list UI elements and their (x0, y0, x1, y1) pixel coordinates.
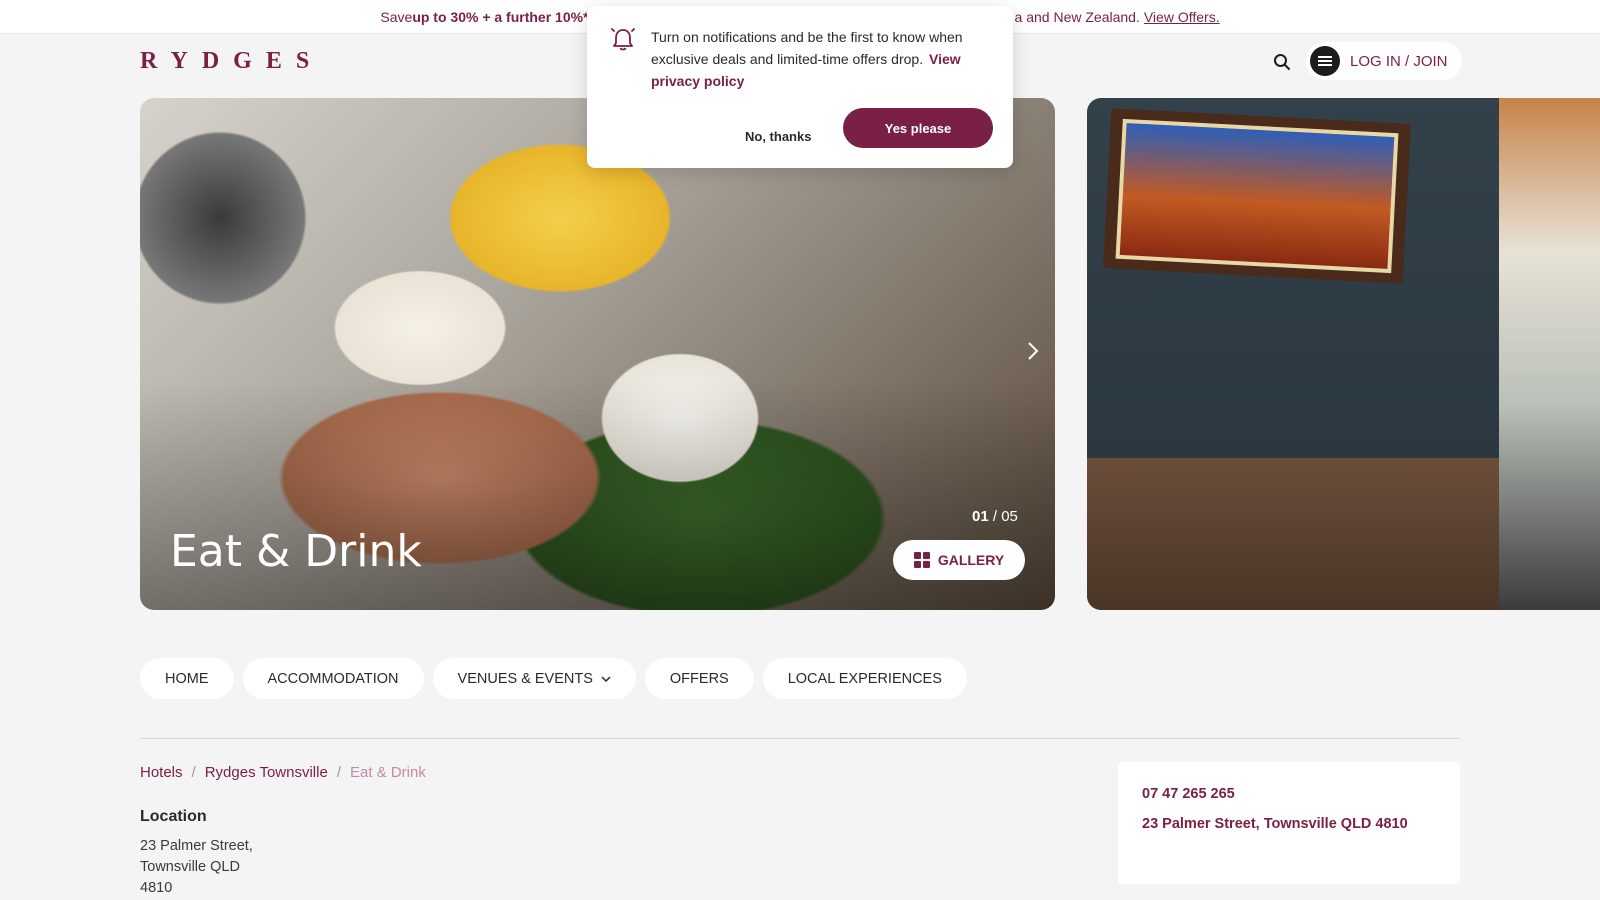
carousel-next-button[interactable] (1020, 338, 1046, 364)
section-divider (140, 738, 1460, 739)
restaurant-photo[interactable] (1087, 98, 1600, 610)
bell-icon (611, 28, 635, 51)
hero-title: Eat & Drink (170, 526, 422, 577)
notification-text: Turn on notifications and be the first t… (651, 29, 963, 67)
nav-item-venues-events[interactable]: VENUES & EVENTS (432, 658, 636, 699)
promo-suffix: a and New Zealand. (1014, 8, 1140, 25)
breadcrumb-separator: / (336, 764, 341, 781)
restaurant-interior (1499, 98, 1600, 610)
nav-item-label: ACCOMMODATION (267, 670, 399, 687)
slide-counter-separator: / (988, 508, 1002, 525)
framed-painting (1103, 108, 1411, 284)
grid-icon (913, 552, 930, 568)
chevron-down-icon (601, 675, 611, 682)
dining-table (1087, 458, 1499, 610)
breadcrumb-separator: / (191, 764, 196, 781)
promo-highlight: up to 30% + a further 10%* (412, 8, 589, 25)
rydges-logo[interactable]: RYDGES (140, 48, 323, 75)
hotel-nav: HOME ACCOMMODATION VENUES & EVENTS OFFER… (140, 658, 967, 699)
nav-item-label: LOCAL EXPERIENCES (787, 670, 942, 687)
nav-item-label: HOME (165, 670, 209, 687)
breadcrumb-rydges-townsville[interactable]: Rydges Townsville (205, 764, 328, 781)
slide-counter-current: 01 (972, 508, 989, 525)
no-thanks-button[interactable]: No, thanks (735, 116, 821, 156)
chevron-right-icon (1028, 342, 1039, 360)
contact-card: 07 47 265 265 23 Palmer Street, Townsvil… (1118, 762, 1460, 884)
breadcrumb: Hotels / Rydges Townsville / Eat & Drink (140, 764, 426, 781)
slide-counter-total: 05 (1001, 508, 1018, 525)
hero-slide[interactable]: Eat & Drink 01 / 05 GALLERY (140, 98, 1055, 610)
nav-item-label: OFFERS (669, 670, 729, 687)
promo-prefix: Save (380, 8, 413, 25)
phone-link[interactable]: 07 47 265 265 (1142, 786, 1235, 802)
nav-item-accommodation[interactable]: ACCOMMODATION (242, 658, 424, 699)
location-address: 23 Palmer Street, Townsville QLD 4810 (140, 836, 253, 899)
breadcrumb-current: Eat & Drink (350, 764, 426, 781)
address-line: 4810 (140, 880, 173, 896)
nav-item-home[interactable]: HOME (140, 658, 234, 699)
view-offers-link[interactable]: View Offers. (1144, 9, 1220, 25)
dining-wall (1087, 98, 1499, 610)
breadcrumb-hotels[interactable]: Hotels (140, 764, 183, 781)
nav-item-label: VENUES & EVENTS (457, 670, 593, 687)
address-link[interactable]: 23 Palmer Street, Townsville QLD 4810 (1142, 816, 1408, 832)
location-heading: Location (140, 808, 207, 825)
login-join-label: LOG IN / JOIN (1350, 52, 1448, 70)
search-icon (1274, 54, 1290, 70)
nav-item-local-experiences[interactable]: LOCAL EXPERIENCES (762, 658, 967, 699)
address-line: Townsville QLD (140, 859, 240, 875)
notification-message: Turn on notifications and be the first t… (651, 26, 991, 92)
search-button[interactable] (1270, 50, 1294, 74)
address-line: 23 Palmer Street, (140, 838, 253, 854)
gallery-button[interactable]: GALLERY (893, 540, 1025, 580)
gallery-label: GALLERY (937, 552, 1005, 568)
menu-icon (1310, 46, 1340, 76)
notification-prompt: Turn on notifications and be the first t… (587, 6, 1013, 168)
painting-art (1115, 118, 1399, 274)
nav-item-offers[interactable]: OFFERS (644, 658, 754, 699)
slide-counter: 01 / 05 (972, 508, 1018, 525)
yes-please-button[interactable]: Yes please (843, 108, 993, 148)
login-join-button[interactable]: LOG IN / JOIN (1306, 42, 1462, 80)
